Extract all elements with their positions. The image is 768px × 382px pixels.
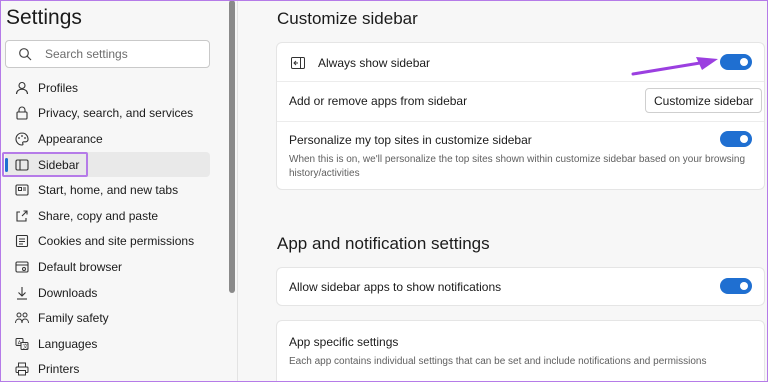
app-specific-description: Each app contains individual settings th… bbox=[289, 356, 707, 367]
personalize-top-sites-label: Personalize my top sites in customize si… bbox=[289, 133, 532, 147]
personalize-description-line2: history/activities bbox=[289, 168, 360, 179]
settings-nav: Settings Search settings Profiles Privac… bbox=[0, 0, 236, 382]
personalize-description-line1: When this is on, we'll personalize the t… bbox=[289, 154, 746, 165]
annotation-arrow-icon bbox=[631, 57, 718, 76]
nav-item-label: Appearance bbox=[38, 131, 103, 146]
svg-text:文: 文 bbox=[23, 342, 29, 350]
languages-icon: A文 bbox=[15, 337, 29, 350]
nav-item-label: Cookies and site permissions bbox=[38, 234, 195, 249]
search-input[interactable]: Search settings bbox=[5, 40, 210, 68]
customize-sidebar-heading: Customize sidebar bbox=[277, 9, 418, 28]
nav-item-family-safety[interactable]: Family safety bbox=[5, 305, 210, 331]
home-icon bbox=[15, 184, 29, 196]
nav-item-label: Printers bbox=[38, 362, 80, 377]
nav-item-label: Languages bbox=[38, 336, 98, 351]
row-separator bbox=[277, 81, 764, 82]
app-notification-heading: App and notification settings bbox=[277, 234, 490, 253]
nav-item-label: Profiles bbox=[38, 80, 79, 95]
profile-icon bbox=[15, 81, 29, 94]
allow-notifications-toggle[interactable] bbox=[720, 278, 752, 294]
palette-icon bbox=[15, 132, 29, 146]
nav-item-sidebar[interactable]: Sidebar bbox=[5, 151, 210, 178]
browser-icon bbox=[15, 261, 29, 273]
allow-notifications-label: Allow sidebar apps to show notifications bbox=[289, 280, 502, 294]
nav-item-privacy[interactable]: Privacy, search, and services bbox=[5, 101, 210, 127]
app-specific-settings-label: App specific settings bbox=[289, 335, 399, 349]
personalize-top-sites-toggle[interactable] bbox=[720, 131, 752, 147]
download-icon bbox=[17, 286, 27, 300]
sidebar-pin-icon bbox=[291, 57, 305, 69]
cookies-icon bbox=[15, 235, 29, 248]
customize-sidebar-button[interactable]: Customize sidebar bbox=[645, 88, 763, 113]
page-title: Settings bbox=[6, 6, 82, 29]
row-separator bbox=[277, 121, 764, 122]
printer-icon bbox=[15, 362, 29, 376]
nav-item-profiles[interactable]: Profiles bbox=[5, 75, 210, 101]
nav-item-cookies[interactable]: Cookies and site permissions bbox=[5, 229, 210, 255]
nav-item-default-browser[interactable]: Default browser bbox=[5, 254, 210, 280]
nav-item-label: Privacy, search, and services bbox=[38, 106, 194, 121]
notifications-card: Allow sidebar apps to show notifications bbox=[276, 267, 765, 306]
always-show-sidebar-toggle[interactable] bbox=[720, 54, 752, 70]
nav-scrollbar[interactable] bbox=[229, 0, 235, 293]
always-show-sidebar-label: Always show sidebar bbox=[318, 56, 431, 70]
nav-item-label: Sidebar bbox=[38, 157, 80, 172]
nav-item-languages[interactable]: A文 Languages bbox=[5, 331, 210, 357]
search-placeholder: Search settings bbox=[45, 47, 128, 61]
nav-item-printers[interactable]: Printers bbox=[5, 357, 210, 382]
nav-item-start-home[interactable]: Start, home, and new tabs bbox=[5, 177, 210, 203]
pane-divider bbox=[237, 0, 238, 382]
nav-item-label: Default browser bbox=[38, 259, 123, 274]
nav-item-appearance[interactable]: Appearance bbox=[5, 126, 210, 152]
add-remove-apps-label: Add or remove apps from sidebar bbox=[289, 94, 468, 108]
nav-item-label: Start, home, and new tabs bbox=[38, 183, 179, 198]
nav-item-label: Share, copy and paste bbox=[38, 208, 159, 223]
nav-item-share-copy[interactable]: Share, copy and paste bbox=[5, 203, 210, 229]
nav-list: Profiles Privacy, search, and services A… bbox=[5, 75, 210, 382]
family-icon bbox=[15, 312, 29, 324]
nav-item-label: Family safety bbox=[38, 311, 109, 326]
sidebar-icon bbox=[15, 159, 29, 171]
search-icon bbox=[19, 48, 32, 61]
nav-item-downloads[interactable]: Downloads bbox=[5, 280, 210, 306]
lock-icon bbox=[16, 106, 28, 120]
app-specific-card[interactable]: App specific settings Each app contains … bbox=[276, 320, 765, 382]
nav-item-label: Downloads bbox=[38, 285, 98, 300]
share-icon bbox=[16, 210, 28, 222]
